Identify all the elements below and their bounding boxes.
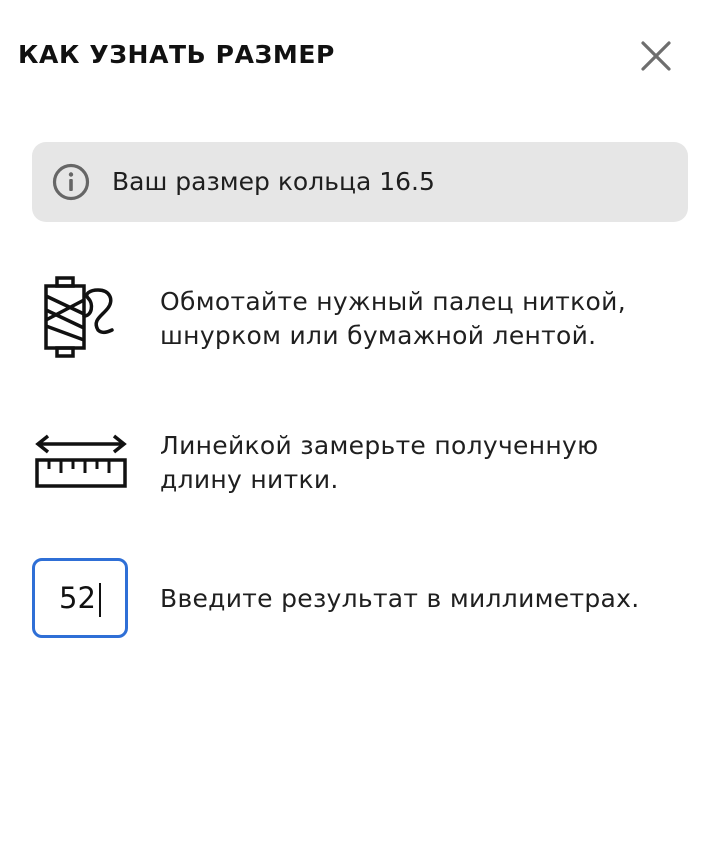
step-text-line: Введите результат в миллиметрах. — [160, 584, 640, 613]
step-text-line: шнурком или бумажной лентой. — [160, 321, 597, 350]
thread-spool-icon — [44, 276, 114, 358]
ring-size-text: Ваш размер кольца 16.5 — [112, 167, 435, 196]
step-wrap-finger: Обмотайте нужный палец ниткой, шнурком и… — [160, 285, 626, 353]
close-button[interactable] — [638, 38, 674, 74]
ring-size-info: Ваш размер кольца 16.5 — [32, 142, 688, 222]
modal-header: КАК УЗНАТЬ РАЗМЕР — [18, 38, 702, 72]
step-text-line: длину нитки. — [160, 465, 339, 494]
step-text-line: Обмотайте нужный палец ниткой, — [160, 287, 626, 316]
info-icon — [52, 163, 90, 201]
step-enter-result: Введите результат в миллиметрах. — [160, 582, 639, 616]
size-input-box[interactable] — [32, 558, 128, 638]
text-caret — [99, 583, 101, 617]
size-mm-input[interactable] — [35, 561, 125, 635]
step-measure-thread: Линейкой замерьте полученную длину нитки… — [160, 429, 598, 497]
close-icon — [641, 41, 671, 71]
ruler-icon — [35, 434, 127, 488]
modal-title: КАК УЗНАТЬ РАЗМЕР — [18, 40, 335, 69]
step-text-line: Линейкой замерьте полученную — [160, 431, 599, 460]
